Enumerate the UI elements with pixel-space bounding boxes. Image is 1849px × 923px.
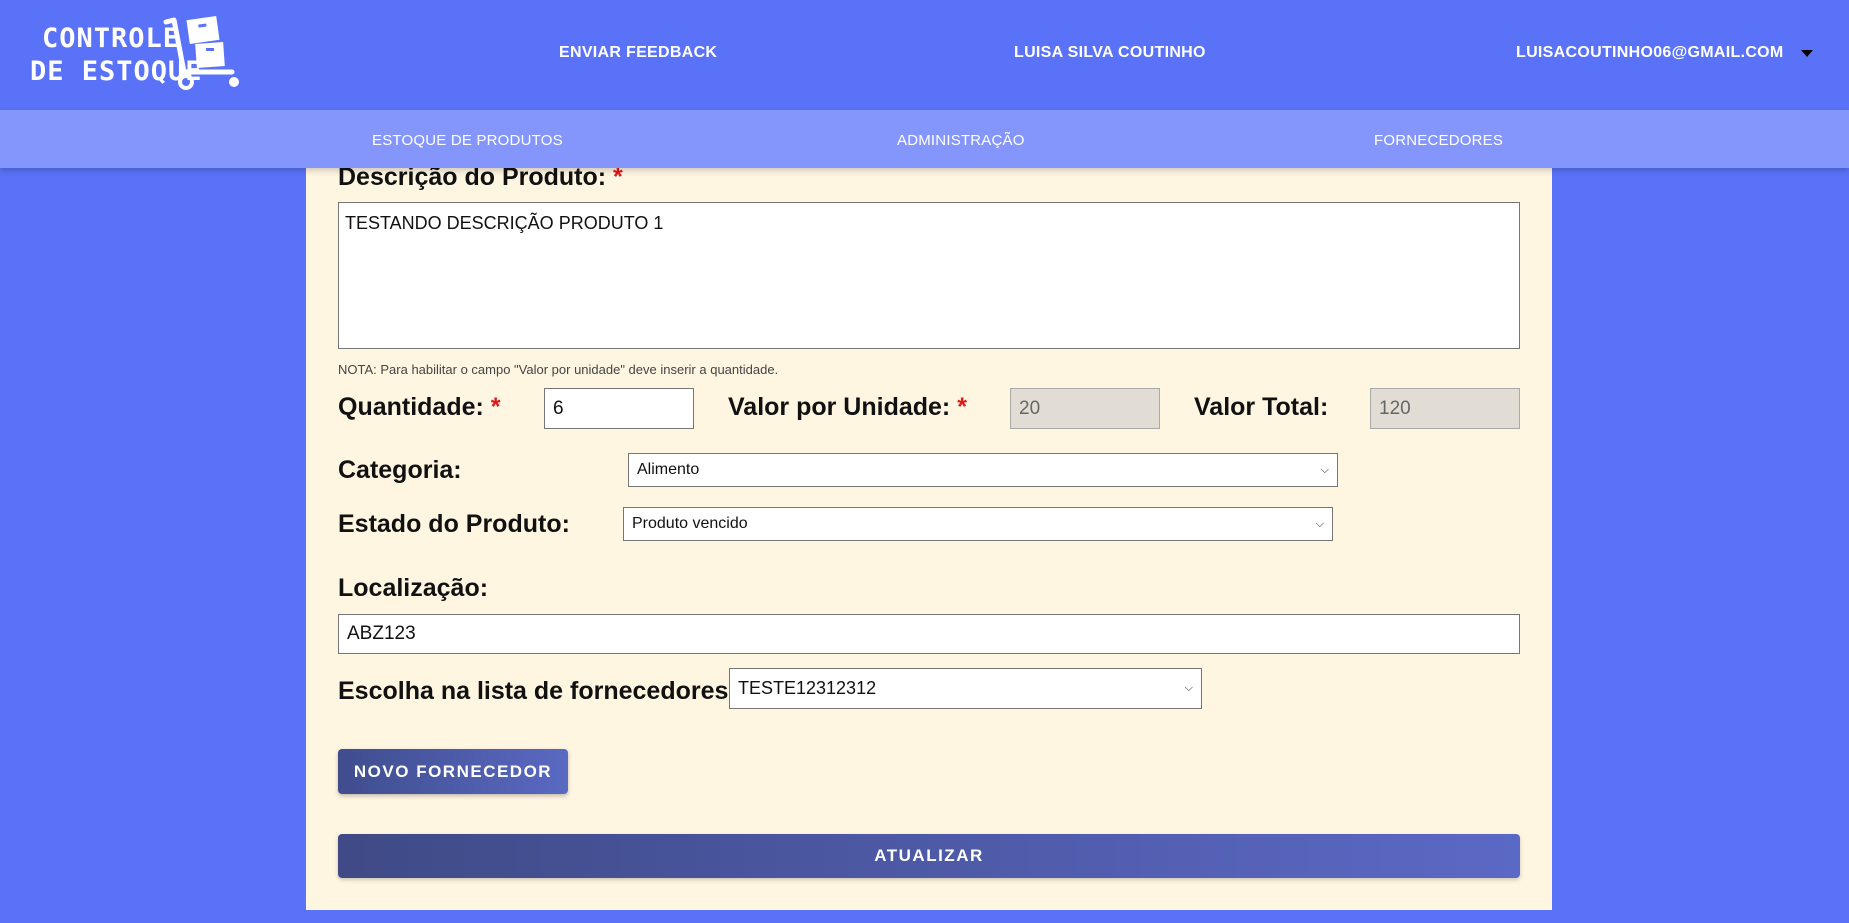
category-label: Categoria:	[338, 456, 462, 484]
nav-item-stock[interactable]: ESTOQUE DE PRODUTOS	[372, 132, 563, 149]
total-value-label: Valor Total:	[1194, 393, 1329, 421]
quantity-input[interactable]	[544, 388, 694, 429]
chevron-down-icon: ⌵	[1320, 463, 1329, 476]
quantity-label-text: Quantidade:	[338, 393, 484, 421]
unit-value-label-text: Valor por Unidade:	[728, 393, 951, 421]
product-state-selected-value: Produto vencido	[632, 515, 748, 532]
nav-item-suppliers[interactable]: FORNECEDORES	[1374, 132, 1503, 149]
app-logo[interactable]: CONTROLE DE ESTOQUE	[28, 16, 248, 92]
supplier-select[interactable]: TESTE12312312 ⌵	[729, 668, 1202, 709]
nav-item-administration[interactable]: ADMINISTRAÇÃO	[897, 132, 1025, 149]
hand-truck-boxes-icon	[163, 16, 239, 90]
user-email-menu[interactable]: LUISACOUTINHO06@GMAIL.COM	[1516, 44, 1784, 62]
description-textarea[interactable]: TESTANDO DESCRIÇÃO PRODUTO 1	[338, 202, 1520, 349]
unit-value-input[interactable]	[1010, 388, 1160, 429]
quantity-note: NOTA: Para habilitar o campo "Valor por …	[338, 362, 779, 377]
required-mark: *	[957, 393, 967, 421]
new-supplier-button[interactable]: NOVO FORNECEDOR	[338, 749, 568, 794]
product-state-label: Estado do Produto:	[338, 510, 570, 538]
required-mark: *	[490, 393, 501, 421]
category-selected-value: Alimento	[637, 461, 700, 478]
location-input[interactable]	[338, 614, 1520, 654]
username-label: LUISA SILVA COUTINHO	[1014, 44, 1206, 61]
total-value-input[interactable]	[1370, 388, 1520, 429]
update-button[interactable]: ATUALIZAR	[338, 834, 1520, 878]
supplier-label: Escolha na lista de fornecedores:	[338, 677, 737, 705]
top-header: CONTROLE DE ESTOQUE ENVIAR FEEDBACK LUIS…	[0, 0, 1849, 110]
supplier-selected-value: TESTE12312312	[738, 678, 877, 698]
product-state-select[interactable]: Produto vencido ⌵	[623, 507, 1333, 541]
category-select[interactable]: Alimento ⌵	[628, 453, 1338, 487]
send-feedback-link[interactable]: ENVIAR FEEDBACK	[559, 44, 717, 62]
location-label: Localização:	[338, 574, 489, 602]
chevron-down-icon: ⌵	[1315, 517, 1324, 530]
caret-down-icon[interactable]	[1801, 50, 1813, 57]
main-nav: ESTOQUE DE PRODUTOS ADMINISTRAÇÃO FORNEC…	[0, 110, 1849, 168]
quantity-label: Quantidade: *	[338, 393, 501, 422]
unit-value-label: Valor por Unidade: *	[728, 393, 967, 422]
chevron-down-icon: ⌵	[1184, 682, 1193, 694]
